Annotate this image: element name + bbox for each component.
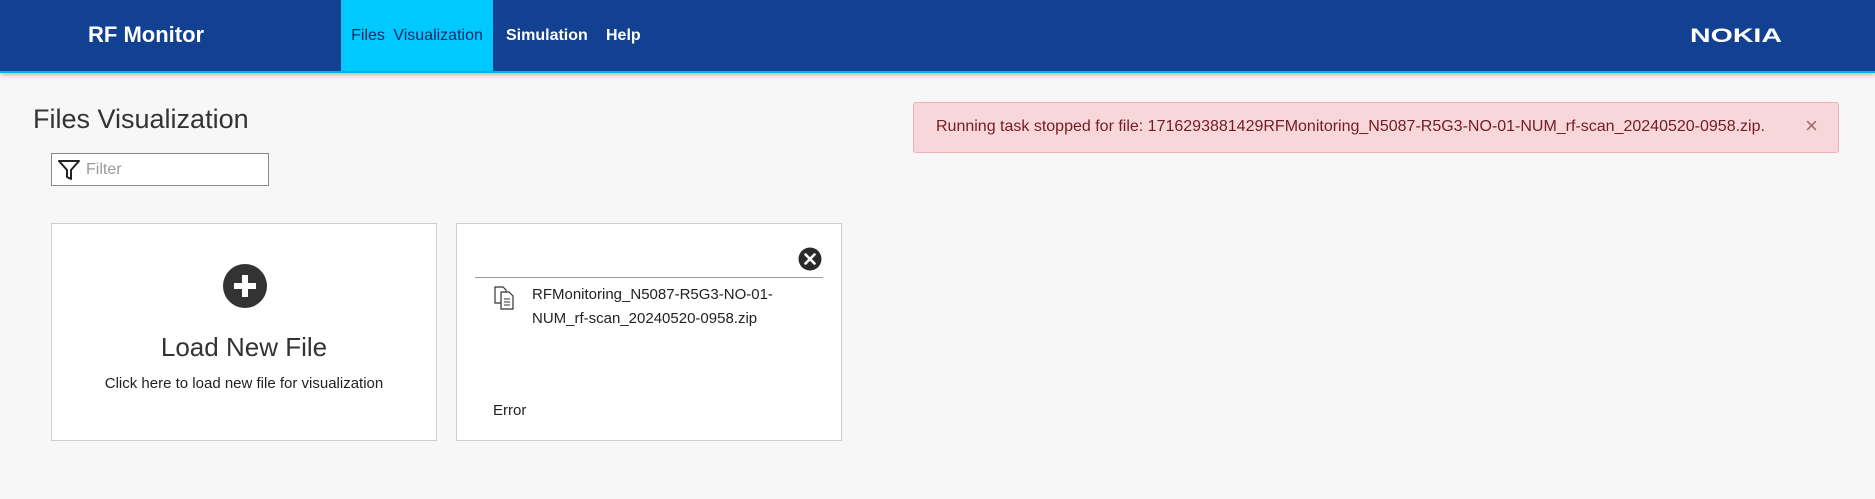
error-alert: Running task stopped for file: 171629388… [913,102,1839,153]
alert-close-button[interactable]: × [1805,114,1818,138]
filter-icon [58,160,80,180]
top-navigation-bar: RF Monitor Files Visualization Simulatio… [0,0,1875,73]
close-circle-icon[interactable] [798,247,822,271]
plus-circle-icon [223,264,267,308]
svg-text:NOKIA: NOKIA [1690,27,1782,44]
load-new-file-subtitle: Click here to load new file for visualiz… [104,375,384,392]
app-title: RF Monitor [88,22,205,47]
alert-message: Running task stopped for file: 171629388… [936,118,1765,135]
file-status: Error [493,402,527,419]
file-card: RFMonitoring_N5087-R5G3-NO-01-NUM_rf-sca… [456,223,842,441]
card-divider [475,277,823,278]
file-copy-icon [494,286,514,310]
nav-tab-help[interactable]: Help [606,0,641,71]
page-title: Files Visualization [33,104,249,134]
nav-tab-files-visualization[interactable]: Files Visualization [341,0,493,71]
load-new-file-card[interactable]: Load New File Click here to load new fil… [51,223,437,441]
filter-input[interactable] [86,158,264,182]
filter-field [51,153,269,186]
file-name: RFMonitoring_N5087-R5G3-NO-01-NUM_rf-sca… [532,286,773,327]
nokia-logo: NOKIA [1690,27,1782,44]
load-new-file-title: Load New File [160,332,328,362]
nav-tab-simulation[interactable]: Simulation [506,0,588,71]
